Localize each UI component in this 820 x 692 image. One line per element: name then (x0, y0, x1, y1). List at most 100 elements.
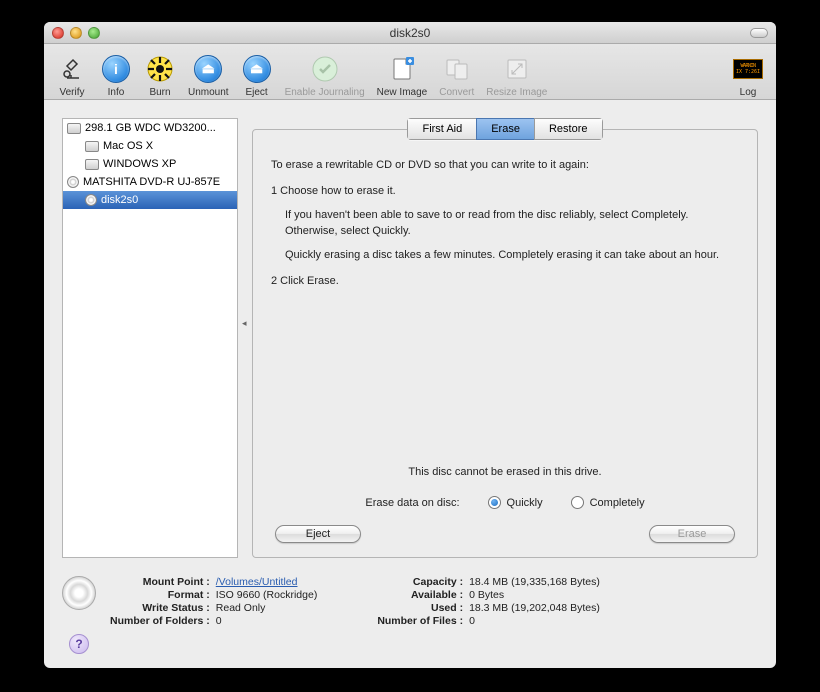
log-icon: WARNIN IX 7:26I (732, 53, 764, 85)
radio-label: Completely (590, 497, 645, 509)
convert-button: Convert (433, 46, 480, 98)
window-title: disk2s0 (44, 26, 776, 40)
sidebar-item-macosx[interactable]: Mac OS X (63, 137, 237, 155)
write-status-key: Write Status : (110, 602, 210, 614)
resize-image-button: Resize Image (480, 46, 553, 98)
journal-icon (309, 53, 341, 85)
microscope-icon (56, 53, 88, 85)
tab-restore[interactable]: Restore (534, 118, 603, 140)
unmount-label: Unmount (188, 87, 229, 98)
collapse-handle-icon[interactable]: ◂ (242, 318, 247, 329)
optical-drive-icon (67, 176, 79, 188)
tab-label: Restore (549, 123, 588, 135)
disk-sidebar[interactable]: 298.1 GB WDC WD3200... Mac OS X WINDOWS … (62, 118, 238, 558)
disc-icon (85, 194, 97, 206)
erase-mode-label: Erase data on disc: (365, 497, 459, 509)
tab-label: First Aid (422, 123, 462, 135)
tab-bar: First Aid Erase Restore (252, 118, 758, 140)
unmount-button[interactable]: ⏏ Unmount (182, 46, 235, 98)
disc-large-icon (62, 576, 96, 610)
radio-icon (488, 496, 501, 509)
radio-label: Quickly (507, 497, 543, 509)
new-image-button[interactable]: New Image (371, 46, 434, 98)
radio-completely[interactable]: Completely (571, 496, 645, 509)
resize-image-label: Resize Image (486, 87, 547, 98)
sidebar-item-disk2s0[interactable]: disk2s0 (63, 191, 237, 209)
log-button[interactable]: WARNIN IX 7:26I Log (726, 46, 770, 98)
sidebar-item-label: MATSHITA DVD-R UJ-857E (83, 176, 220, 188)
convert-label: Convert (439, 87, 474, 98)
zoom-icon[interactable] (88, 27, 100, 39)
eject-label: Eject (245, 87, 267, 98)
toolbar-toggle-icon[interactable] (750, 28, 768, 38)
warning-text: This disc cannot be erased in this drive… (271, 466, 739, 478)
eject-icon: ⏏ (241, 53, 273, 85)
used-key: Used : (377, 602, 463, 614)
hdd-icon (85, 159, 99, 170)
verify-label: Verify (59, 87, 84, 98)
sub2-text: Quickly erasing a disc takes a few minut… (285, 248, 739, 264)
sub1-text: If you haven't been able to save to or r… (285, 208, 739, 240)
used-value: 18.3 MB (19,202,048 Bytes) (469, 602, 600, 614)
step1-text: 1 Choose how to erase it. (271, 184, 739, 200)
format-key: Format : (110, 589, 210, 601)
available-value: 0 Bytes (469, 589, 600, 601)
enable-journaling-label: Enable Journaling (285, 87, 365, 98)
sidebar-item-hdd[interactable]: 298.1 GB WDC WD3200... (63, 119, 237, 137)
tab-erase[interactable]: Erase (476, 118, 534, 140)
folders-key: Number of Folders : (110, 615, 210, 627)
info-button[interactable]: i Info (94, 46, 138, 98)
erase-action-button: Erase (649, 525, 735, 543)
info-grid: Mount Point : /Volumes/Untitled Format :… (110, 576, 600, 627)
help-button[interactable]: ? (69, 634, 89, 654)
intro-text: To erase a rewritable CD or DVD so that … (271, 158, 739, 174)
instructions-text: To erase a rewritable CD or DVD so that … (271, 158, 739, 290)
format-value: ISO 9660 (Rockridge) (216, 589, 318, 601)
files-key: Number of Files : (377, 615, 463, 627)
enable-journaling-button: Enable Journaling (279, 46, 371, 98)
radio-quickly[interactable]: Quickly (488, 496, 543, 509)
hdd-icon (85, 141, 99, 152)
new-image-label: New Image (377, 87, 428, 98)
titlebar: disk2s0 (44, 22, 776, 44)
step2-text: 2 Click Erase. (271, 274, 739, 290)
minimize-icon[interactable] (70, 27, 82, 39)
radio-icon (571, 496, 584, 509)
capacity-value: 18.4 MB (19,335,168 Bytes) (469, 576, 600, 588)
sidebar-item-label: WINDOWS XP (103, 158, 176, 170)
sidebar-item-label: 298.1 GB WDC WD3200... (85, 122, 216, 134)
info-label: Info (108, 87, 125, 98)
sidebar-item-dvd-drive[interactable]: MATSHITA DVD-R UJ-857E (63, 173, 237, 191)
eject-action-button[interactable]: Eject (275, 525, 361, 543)
verify-button[interactable]: Verify (50, 46, 94, 98)
button-row: Eject Erase (271, 525, 739, 543)
burn-label: Burn (149, 87, 170, 98)
main-pane: ◂ First Aid Erase Restore To erase a rew… (252, 118, 758, 558)
sidebar-item-label: disk2s0 (101, 194, 138, 206)
files-value: 0 (469, 615, 600, 627)
convert-icon (441, 53, 473, 85)
mount-point-link[interactable]: /Volumes/Untitled (216, 576, 318, 588)
mount-point-key: Mount Point : (110, 576, 210, 588)
info-icon: i (100, 53, 132, 85)
tab-first-aid[interactable]: First Aid (407, 118, 476, 140)
content-area: 298.1 GB WDC WD3200... Mac OS X WINDOWS … (44, 100, 776, 568)
tab-label: Erase (491, 123, 520, 135)
sidebar-item-windowsxp[interactable]: WINDOWS XP (63, 155, 237, 173)
log-label: Log (740, 87, 757, 98)
erase-mode-row: Erase data on disc: Quickly Completely (271, 496, 739, 509)
new-image-icon (386, 53, 418, 85)
capacity-key: Capacity : (377, 576, 463, 588)
erase-panel: To erase a rewritable CD or DVD so that … (252, 129, 758, 558)
available-key: Available : (377, 589, 463, 601)
close-icon[interactable] (52, 27, 64, 39)
burn-icon (144, 53, 176, 85)
footer-info: ? Mount Point : /Volumes/Untitled Format… (44, 568, 776, 668)
burn-button[interactable]: Burn (138, 46, 182, 98)
window-controls (44, 27, 100, 39)
eject-button[interactable]: ⏏ Eject (235, 46, 279, 98)
resize-icon (501, 53, 533, 85)
hdd-icon (67, 123, 81, 134)
folders-value: 0 (216, 615, 318, 627)
toolbar: Verify i Info Burn ⏏ Unmount ⏏ Eject Ena… (44, 44, 776, 100)
